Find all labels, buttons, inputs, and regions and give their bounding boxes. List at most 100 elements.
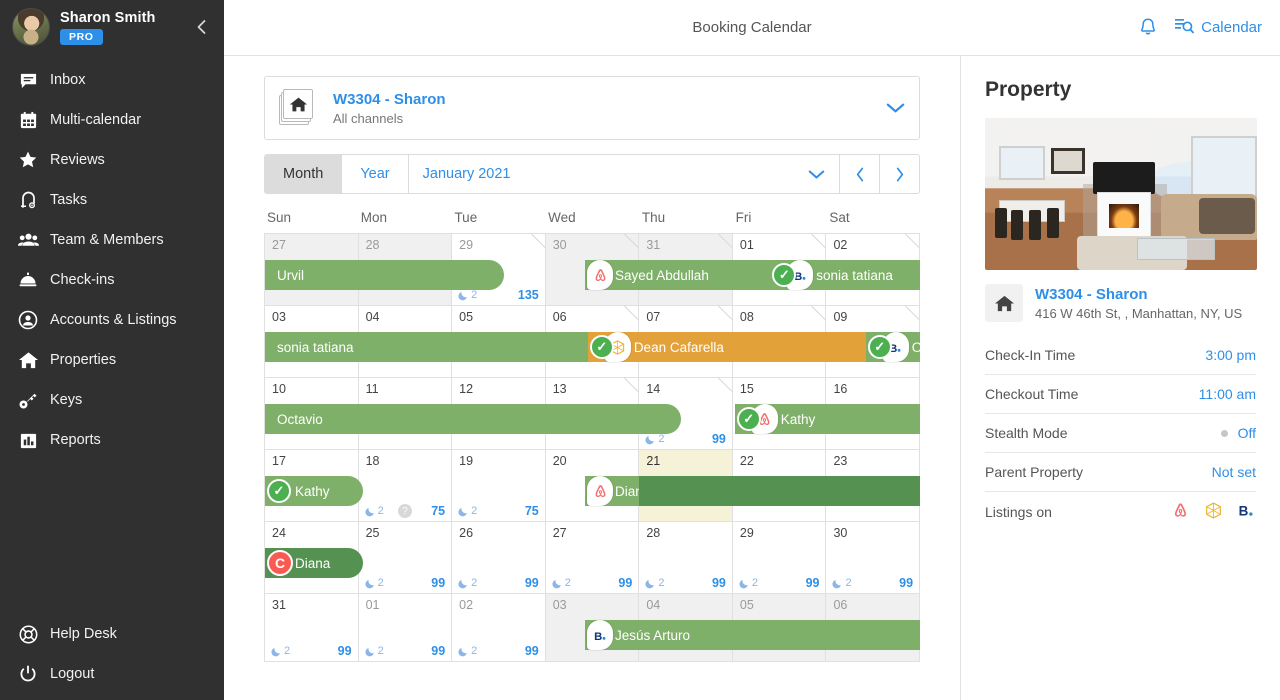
booking-badges[interactable] [587,474,613,508]
booking-badges[interactable]: ✓ B [772,258,814,292]
main-area: Booking Calendar Calendar W3304 - Sharon… [224,0,1280,700]
sidebar-item-team-members[interactable]: Team & Members [0,220,224,260]
booking-icon[interactable]: B [1237,501,1256,523]
sidebar-item-reviews[interactable]: Reviews [0,140,224,180]
calendar-content: W3304 - Sharon All channels Month Year J… [224,56,960,700]
property-panel-title: Property [985,78,1072,101]
verified-check-icon[interactable]: ✓ [589,335,614,359]
min-nights: 2 [552,577,571,589]
sidebar-item-help-desk[interactable]: Help Desk [0,614,224,654]
verified-check-icon[interactable]: ✓ [267,479,291,503]
help-icon[interactable]: ? [397,504,412,518]
day-price[interactable]: 99 [525,576,539,590]
verified-check-icon[interactable]: ✓ [736,407,761,431]
sidebar-item-check-ins[interactable]: Check-ins [0,260,224,300]
property-summary[interactable]: W3304 - Sharon 416 W 46th St, , Manhatta… [985,284,1256,322]
inbox-message-icon [12,71,44,90]
day-price[interactable]: 75 [431,504,445,518]
day-price[interactable]: 99 [525,644,539,658]
day-price[interactable]: 99 [899,576,913,590]
min-nights: 2 [645,433,664,445]
booking-badges[interactable]: ✓ B [867,330,909,364]
sidebar-item-accounts-listings[interactable]: Accounts & Listings [0,300,224,340]
booking-bar[interactable]: Octavio [265,404,682,434]
calendar-button[interactable]: Calendar [1174,17,1262,38]
stealth-mode-value-wrap[interactable]: Off [1220,425,1256,441]
booking-bar[interactable]: Urvil [265,260,504,290]
detail-value[interactable]: Not set [1212,464,1256,480]
bell-icon[interactable] [1138,17,1158,38]
calendar-day-cell[interactable]: 31 2 99 [265,594,359,662]
view-mode-segmented: Month Year [264,154,409,194]
day-price[interactable]: 99 [618,576,632,590]
booking-bar[interactable]: Jesús Arturo [585,620,920,650]
airbnb-icon[interactable] [1171,501,1190,523]
detail-value[interactable]: 11:00 am [1199,386,1256,402]
prev-month-button[interactable] [840,154,880,194]
day-price[interactable]: 99 [712,576,726,590]
chevron-down-icon[interactable] [886,102,905,114]
calendar-week-row: 31 2 99 01 2 99 02 2 99 03 04 05 06 Jesús Arturo B [265,594,921,662]
verified-check-icon[interactable]: ✓ [867,335,892,359]
booking-bar[interactable]: sonia tatiana [265,332,588,362]
property-selector[interactable]: W3304 - Sharon All channels [264,76,920,140]
booking-guest-name: Octavio [277,411,323,427]
next-month-button[interactable] [880,154,920,194]
tab-month[interactable]: Month [265,155,343,193]
cancelled-badge[interactable]: C [267,550,293,576]
calendar-day-cell[interactable]: 18 2? 75 [358,450,453,522]
sidebar-user-profile[interactable]: Sharon Smith PRO [0,0,224,56]
sidebar-item-logout[interactable]: Logout [0,654,224,694]
min-nights: 2 [365,577,384,589]
sidebar-item-label: Team & Members [50,232,164,248]
day-price[interactable]: 99 [431,644,445,658]
calendar-day-cell[interactable]: 01 2 99 [358,594,453,662]
booking-badges[interactable]: B [587,618,613,652]
detail-value[interactable]: 3:00 pm [1205,347,1256,363]
sidebar-collapse-icon[interactable] [192,18,210,36]
day-number: 03 [272,310,286,324]
airbnb-icon[interactable] [587,260,613,290]
tab-year[interactable]: Year [342,155,408,193]
calendar-day-cell[interactable]: 28 2 99 [639,522,733,594]
home-icon [12,350,44,371]
calendar-day-cell[interactable]: 27 2 99 [545,522,640,594]
blocked-diagonal-marker [718,306,732,320]
sidebar-item-reports[interactable]: Reports [0,420,224,460]
calendar-day-cell[interactable]: 30 2 99 [826,522,921,594]
homeaway-icon[interactable] [1204,501,1223,523]
day-price[interactable]: 99 [431,576,445,590]
calendar-day-cell[interactable]: 02 2 99 [452,594,546,662]
booking-badges[interactable]: ✓ [267,474,291,508]
calendar-day-cell[interactable]: 19 2 75 [452,450,546,522]
day-price[interactable]: 99 [712,432,726,446]
calendar-day-cell[interactable]: 26 2 99 [452,522,546,594]
chevron-down-icon[interactable] [808,169,825,180]
property-details-list: Check-In Time 3:00 pm Checkout Time 11:0… [985,336,1256,531]
calendar-day-cell[interactable]: 29 2 99 [732,522,827,594]
airbnb-icon[interactable] [587,476,613,506]
booking-badges[interactable]: ✓ [589,330,631,364]
sidebar-item-properties[interactable]: Properties [0,340,224,380]
sidebar-item-tasks[interactable]: Tasks [0,180,224,220]
booking-badges[interactable]: ✓ [736,402,778,436]
day-number: 24 [272,526,286,540]
day-price[interactable]: 99 [338,644,352,658]
property-address: 416 W 46th St, , Manhattan, NY, US [1035,305,1243,321]
day-price[interactable]: 99 [806,576,820,590]
sidebar-item-keys[interactable]: Keys [0,380,224,420]
booking-badges[interactable] [587,258,613,292]
sidebar-item-label: Help Desk [50,626,117,642]
calendar-day-cell[interactable]: 25 2 99 [358,522,453,594]
sidebar-item-inbox[interactable]: Inbox [0,60,224,100]
booking-icon[interactable]: B [587,620,613,650]
booking-badges[interactable]: C [267,546,293,580]
booking-bar[interactable] [639,476,920,506]
day-number: 06 [552,310,567,324]
sidebar-item-multi-calendar[interactable]: Multi-calendar [0,100,224,140]
day-price[interactable]: 135 [518,288,539,302]
month-select[interactable]: January 2021 [408,154,840,194]
day-price[interactable]: 75 [525,504,539,518]
day-number: 10 [272,382,286,396]
day-number: 14 [646,382,661,396]
